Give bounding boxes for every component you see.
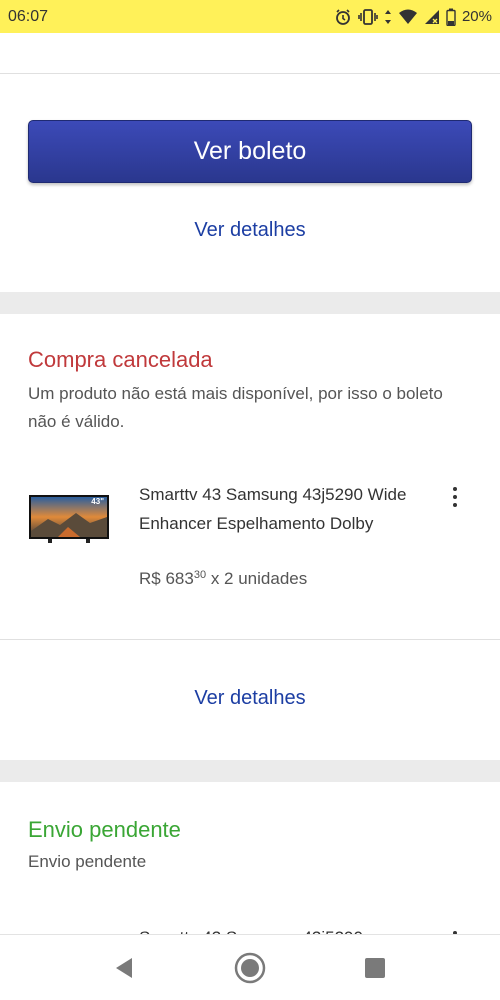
cancelled-title: Compra cancelada	[28, 347, 213, 372]
view-boleto-button[interactable]: Ver boleto	[28, 120, 472, 183]
view-details-link[interactable]: Ver detalhes	[0, 687, 500, 710]
price-integer: 683	[165, 569, 194, 588]
battery-icon	[446, 8, 456, 26]
back-icon[interactable]	[108, 952, 140, 984]
data-arrows-icon	[384, 9, 392, 25]
pending-subtitle: Envio pendente	[28, 852, 147, 871]
price-currency: R$	[139, 569, 161, 588]
product-price: R$ 68330 x 2 unidades	[139, 569, 307, 589]
thumbnail-size-badge: 43"	[91, 497, 104, 506]
wifi-icon	[398, 9, 418, 25]
status-icons: 20%	[334, 8, 492, 26]
section-separator	[0, 760, 500, 782]
product-quantity: x 2 unidades	[210, 569, 308, 588]
product-thumbnail[interactable]: 43"	[28, 493, 110, 545]
section-separator	[0, 292, 500, 314]
status-time: 06:07	[8, 7, 49, 25]
more-options-icon[interactable]	[446, 484, 464, 510]
recents-icon[interactable]	[359, 952, 391, 984]
vibrate-icon	[358, 8, 378, 26]
view-details-link[interactable]: Ver detalhes	[0, 219, 500, 242]
navigation-bar	[0, 934, 500, 1000]
price-cents: 30	[193, 569, 207, 581]
cancelled-subtitle: Um produto não está mais disponível, por…	[28, 384, 443, 431]
pending-title: Envio pendente	[28, 817, 181, 842]
status-bar: 06:07 20%	[0, 0, 500, 33]
cell-signal-icon	[424, 9, 440, 25]
home-icon[interactable]	[234, 952, 266, 984]
alarm-icon	[334, 8, 352, 26]
divider	[0, 73, 500, 74]
product-name: Smarttv 43 Samsung 43j5290 Wide Enhancer…	[139, 485, 407, 533]
battery-percentage: 20%	[461, 8, 492, 25]
divider	[0, 639, 500, 640]
